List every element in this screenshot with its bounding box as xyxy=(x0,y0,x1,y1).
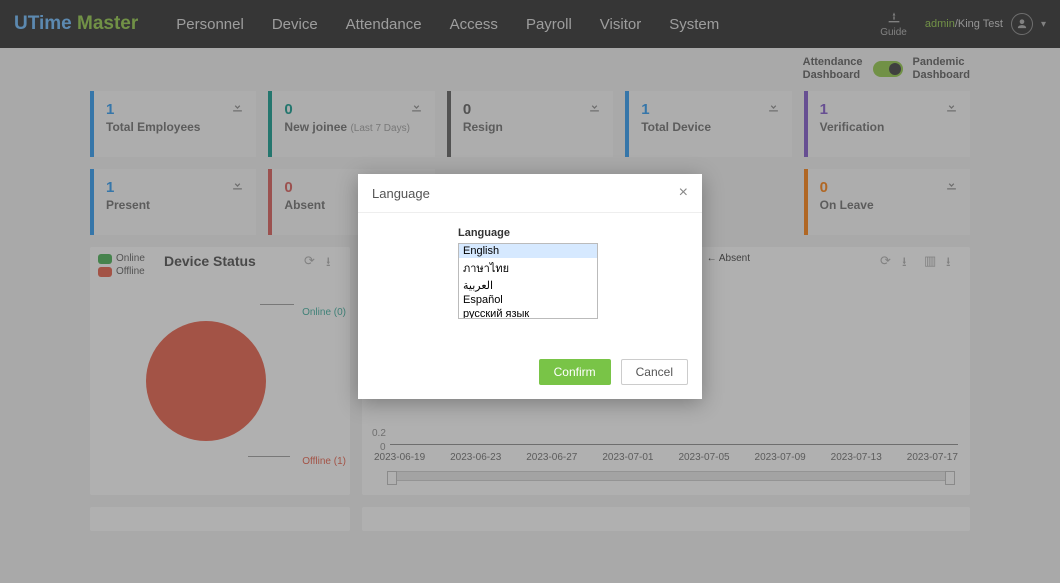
language-option[interactable]: العربية xyxy=(459,278,597,293)
language-option[interactable]: ภาษาไทย xyxy=(459,258,597,278)
modal-title: Language xyxy=(372,186,430,201)
language-listbox[interactable]: EnglishภาษาไทยالعربيةEspañolрусский язык… xyxy=(458,243,598,319)
language-option[interactable]: русский язык xyxy=(459,307,597,319)
confirm-button[interactable]: Confirm xyxy=(539,359,611,385)
language-option[interactable]: English xyxy=(459,244,597,258)
language-option[interactable]: Español xyxy=(459,293,597,307)
modal-header: Language × xyxy=(358,174,702,213)
language-field-label: Language xyxy=(458,227,688,239)
language-modal: Language × Language Englishภาษาไทยالعربي… xyxy=(358,174,702,399)
cancel-button[interactable]: Cancel xyxy=(621,359,688,385)
close-icon[interactable]: × xyxy=(679,184,688,202)
